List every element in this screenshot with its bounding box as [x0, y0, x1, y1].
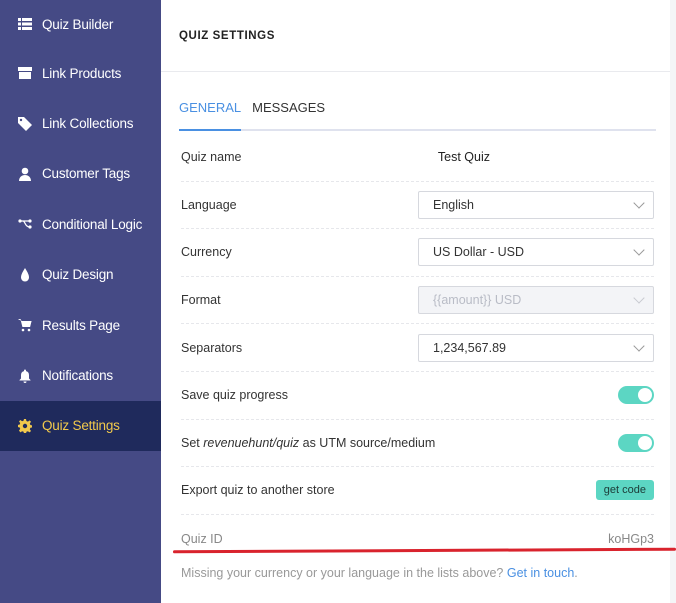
- tab-general[interactable]: GENERAL: [179, 96, 242, 131]
- setting-row-export: Export quiz to another store get code: [181, 467, 654, 515]
- sidebar-item-label: Notifications: [42, 368, 113, 384]
- sidebar-item-link-products[interactable]: Link Products: [0, 48, 161, 98]
- settings-panel: QUIZ SETTINGS GENERAL MESSAGES Quiz name…: [161, 0, 676, 603]
- user-icon: [16, 165, 34, 183]
- toggle-knob: [638, 435, 652, 450]
- setting-row-format: Format {{amount}} USD: [181, 277, 654, 325]
- format-label: Format: [181, 293, 221, 308]
- gear-icon: [16, 417, 34, 435]
- get-in-touch-link[interactable]: Get in touch: [507, 566, 574, 580]
- sidebar-item-label: Results Page: [42, 317, 120, 333]
- tab-bar: GENERAL MESSAGES: [179, 96, 656, 131]
- tab-messages[interactable]: MESSAGES: [252, 96, 325, 129]
- sidebar-item-label: Quiz Builder: [42, 16, 114, 32]
- sidebar-item-quiz-settings[interactable]: Quiz Settings: [0, 400, 161, 452]
- setting-row-separators: Separators 1,234,567.89: [181, 324, 654, 372]
- box-icon: [16, 64, 34, 82]
- format-selected-value: {{amount}} USD: [433, 293, 522, 308]
- quiz-id-value: koHGp3: [608, 531, 654, 546]
- setting-row-save-progress: Save quiz progress: [181, 372, 654, 420]
- footer-note: Missing your currency or your language i…: [181, 566, 578, 580]
- sidebar-item-results-page[interactable]: Results Page: [0, 300, 161, 350]
- language-select[interactable]: English: [418, 190, 654, 219]
- quiz-name-value[interactable]: Test Quiz: [438, 150, 490, 164]
- sidebar-item-label: Customer Tags: [42, 166, 130, 182]
- setting-row-currency: Currency US Dollar - USD: [181, 229, 654, 277]
- get-code-button[interactable]: get code: [595, 480, 654, 501]
- sidebar: Quiz Builder Link Products Link Collecti…: [0, 0, 161, 603]
- sidebar-item-conditional-logic[interactable]: Conditional Logic: [0, 199, 161, 249]
- sidebar-item-label: Link Collections: [42, 116, 134, 132]
- tag-icon: [16, 115, 34, 133]
- list-icon: [16, 15, 34, 33]
- setting-row-quiz-id: Quiz ID koHGp3: [181, 515, 654, 563]
- panel-header: QUIZ SETTINGS: [161, 0, 670, 72]
- currency-selected-value: US Dollar - USD: [433, 245, 524, 260]
- sidebar-item-customer-tags[interactable]: Customer Tags: [0, 149, 161, 199]
- sidebar-item-label: Quiz Design: [42, 267, 114, 283]
- toggle-knob: [638, 388, 652, 403]
- language-label: Language: [181, 197, 237, 212]
- page-title: QUIZ SETTINGS: [179, 29, 275, 42]
- save-progress-label: Save quiz progress: [181, 388, 289, 403]
- separators-label: Separators: [181, 340, 243, 355]
- currency-select[interactable]: US Dollar - USD: [418, 238, 654, 267]
- bell-icon: [16, 367, 34, 385]
- sidebar-item-notifications[interactable]: Notifications: [0, 350, 161, 400]
- sidebar-item-link-collections[interactable]: Link Collections: [0, 98, 161, 148]
- utm-toggle[interactable]: [618, 433, 654, 452]
- setting-row-utm: Set revenuehunt/quiz as UTM source/mediu…: [181, 420, 654, 468]
- format-select: {{amount}} USD: [418, 286, 654, 315]
- sidebar-item-quiz-design[interactable]: Quiz Design: [0, 250, 161, 300]
- chevron-down-icon: [633, 197, 645, 209]
- export-label: Export quiz to another store: [181, 483, 335, 498]
- chevron-down-icon: [633, 244, 645, 257]
- utm-source-text: revenuehunt/quiz: [203, 435, 300, 450]
- sidebar-item-label: Conditional Logic: [42, 216, 143, 232]
- setting-row-language: Language English: [181, 182, 654, 230]
- currency-label: Currency: [181, 245, 232, 260]
- save-progress-toggle[interactable]: [618, 386, 654, 405]
- settings-list: Quiz name Test Quiz Language English Cur…: [181, 134, 654, 562]
- sidebar-item-label: Link Products: [42, 65, 122, 81]
- chevron-down-icon: [633, 340, 645, 352]
- sidebar-item-label: Quiz Settings: [42, 418, 120, 434]
- setting-row-quiz-name: Quiz name Test Quiz: [181, 134, 654, 182]
- chevron-down-icon: [633, 292, 645, 304]
- cart-icon: [16, 316, 34, 334]
- separators-select[interactable]: 1,234,567.89: [418, 333, 654, 362]
- quiz-name-label: Quiz name: [181, 150, 242, 165]
- drop-icon: [16, 266, 34, 284]
- separators-selected-value: 1,234,567.89: [433, 340, 506, 355]
- utm-label: Set revenuehunt/quiz as UTM source/mediu…: [181, 435, 436, 450]
- language-selected-value: English: [433, 197, 474, 212]
- quiz-id-label: Quiz ID: [181, 531, 223, 546]
- branch-icon: [16, 215, 34, 233]
- sidebar-item-quiz-builder[interactable]: Quiz Builder: [0, 0, 161, 48]
